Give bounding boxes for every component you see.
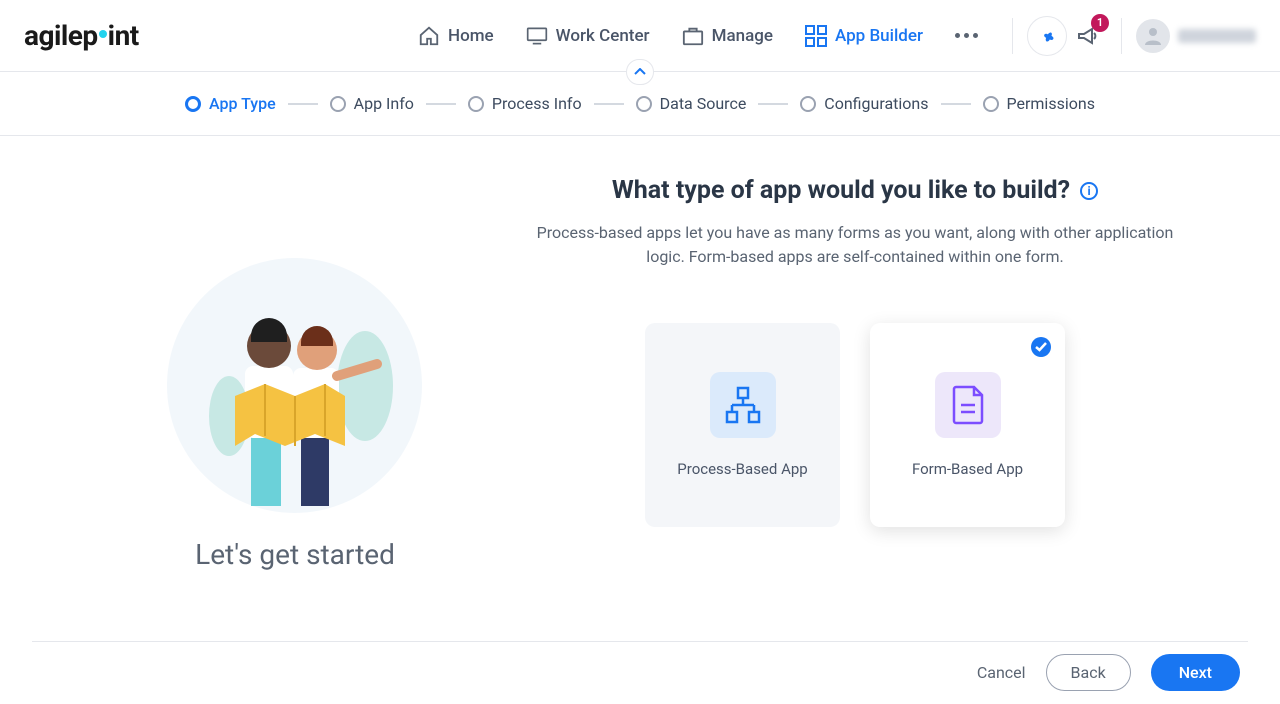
nav-home[interactable]: Home	[418, 25, 494, 47]
pinwheel-icon	[1037, 26, 1057, 46]
app-type-panel: What type of app would you like to build…	[510, 176, 1200, 641]
check-icon	[1031, 337, 1051, 357]
step-label: Process Info	[492, 94, 582, 113]
step-connector	[941, 103, 971, 105]
onboarding-subtitle: Let's get started	[195, 538, 395, 571]
home-icon	[418, 25, 440, 47]
step-connector	[426, 103, 456, 105]
nav-items: Home Work Center Manage App Builder	[418, 25, 978, 47]
steps-container: App Type App Info Process Info Data Sour…	[0, 72, 1280, 136]
back-button[interactable]: Back	[1046, 654, 1131, 691]
divider	[1121, 18, 1122, 54]
form-icon	[950, 385, 986, 425]
nav-more-button[interactable]	[955, 33, 978, 38]
nav-manage[interactable]: Manage	[682, 25, 773, 47]
step-connector	[288, 103, 318, 105]
nav-manage-label: Manage	[712, 26, 773, 46]
step-connector	[758, 103, 788, 105]
card-label: Form-Based App	[912, 460, 1023, 478]
main-content: Let's get started What type of app would…	[0, 136, 1280, 641]
step-label: App Info	[354, 94, 414, 113]
username	[1178, 29, 1256, 43]
ai-assistant-button[interactable]	[1027, 16, 1067, 56]
notifications-button[interactable]: 1	[1067, 16, 1107, 56]
collapse-steps-button[interactable]	[626, 59, 654, 85]
card-label: Process-Based App	[677, 460, 807, 478]
notification-badge: 1	[1091, 14, 1109, 32]
nav-work-center-label: Work Center	[556, 26, 650, 46]
info-icon[interactable]: i	[1080, 182, 1098, 200]
chevron-up-icon	[634, 68, 646, 76]
onboarding-illustration-column: Let's get started	[80, 176, 510, 641]
wizard-footer: Cancel Back Next	[32, 641, 1248, 703]
brand-logo: agilepint	[24, 19, 139, 52]
step-label: Configurations	[824, 94, 928, 113]
next-button[interactable]: Next	[1151, 654, 1240, 691]
cancel-button[interactable]: Cancel	[977, 663, 1026, 682]
step-configurations[interactable]: Configurations	[800, 94, 928, 113]
sitemap-icon	[723, 385, 763, 425]
divider	[1012, 18, 1013, 54]
nav-app-builder-label: App Builder	[835, 26, 923, 46]
app-type-cards: Process-Based App Form-Based App	[510, 323, 1200, 527]
step-label: Permissions	[1007, 94, 1095, 113]
question-description: Process-based apps let you have as many …	[510, 221, 1200, 269]
user-menu[interactable]	[1136, 19, 1256, 53]
step-connector	[594, 103, 624, 105]
step-label: Data Source	[660, 94, 747, 113]
step-label: App Type	[209, 94, 276, 113]
question-heading: What type of app would you like to build…	[612, 176, 1070, 205]
nav-app-builder[interactable]: App Builder	[805, 25, 923, 47]
nav-work-center[interactable]: Work Center	[526, 25, 650, 47]
briefcase-icon	[682, 25, 704, 47]
monitor-icon	[526, 25, 548, 47]
avatar-icon	[1136, 19, 1170, 53]
grid-icon	[805, 25, 827, 47]
card-process-based-app[interactable]: Process-Based App	[645, 323, 840, 527]
step-permissions[interactable]: Permissions	[983, 94, 1095, 113]
step-app-type[interactable]: App Type	[185, 94, 276, 113]
nav-home-label: Home	[448, 26, 494, 46]
step-data-source[interactable]: Data Source	[636, 94, 747, 113]
card-form-based-app[interactable]: Form-Based App	[870, 323, 1065, 527]
illustration	[155, 246, 435, 526]
step-process-info[interactable]: Process Info	[468, 94, 582, 113]
step-app-info[interactable]: App Info	[330, 94, 414, 113]
